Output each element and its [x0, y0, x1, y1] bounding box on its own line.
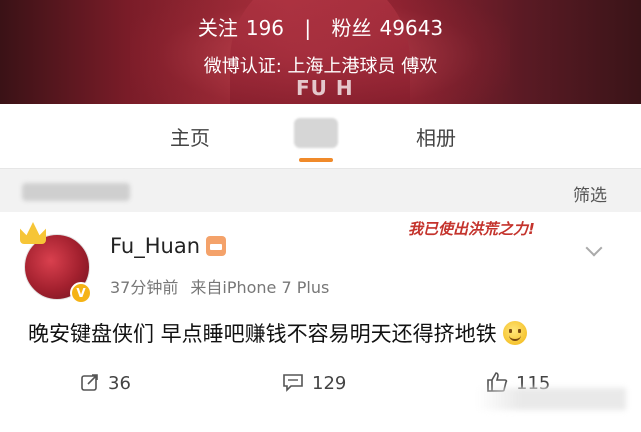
- post-text: 晚安键盘侠们 早点睡吧赚钱不容易明天还得挤地铁: [28, 322, 497, 346]
- weibo-post: V Fu_Huan 37分钟前 来自iPhone 7 Plus 我已使出洪荒之力!…: [0, 212, 641, 432]
- followers-count: 49643: [379, 16, 444, 40]
- tab-home[interactable]: 主页: [170, 122, 210, 151]
- repost-count: 36: [108, 373, 131, 394]
- chevron-down-icon[interactable]: [585, 239, 603, 257]
- profile-banner: FU H 关注 196 | 粉丝 49643 微博认证: 上海上港球员 傅欢: [0, 0, 641, 104]
- followers-stat[interactable]: 粉丝 49643: [332, 16, 444, 40]
- comment-count: 129: [312, 373, 347, 394]
- post-meta: 37分钟前 来自iPhone 7 Plus: [110, 274, 329, 298]
- member-icon[interactable]: [206, 236, 226, 256]
- following-count: 196: [245, 16, 285, 40]
- post-time: 37分钟前: [110, 278, 179, 297]
- card-badge-text: 我已使出洪荒之力!: [408, 220, 535, 238]
- profile-tabs: 主页 相册: [0, 104, 641, 168]
- following-label: 关注: [197, 16, 238, 40]
- repost-button[interactable]: 36: [80, 372, 131, 397]
- filter-button[interactable]: 筛选: [573, 181, 607, 206]
- filter-blurred-text: [22, 183, 130, 201]
- post-content: 晚安键盘侠们 早点睡吧赚钱不容易明天还得挤地铁: [28, 318, 527, 348]
- banner-jersey-text: FU H: [296, 76, 354, 100]
- smile-emoji-icon: [502, 321, 527, 345]
- tab-album[interactable]: 相册: [416, 122, 456, 151]
- comment-icon: [282, 372, 304, 397]
- followers-label: 粉丝: [331, 16, 372, 40]
- crown-icon: [20, 222, 46, 244]
- post-source: 来自iPhone 7 Plus: [190, 278, 330, 297]
- verification-text: 微博认证: 上海上港球员 傅欢: [203, 56, 438, 77]
- repost-icon: [80, 372, 100, 397]
- post-username[interactable]: Fu_Huan: [110, 234, 200, 258]
- filter-bar: 筛选: [0, 168, 641, 213]
- tab-active-indicator: [299, 158, 333, 162]
- comment-button[interactable]: 129: [282, 372, 346, 397]
- stats-separator: |: [304, 16, 312, 40]
- watermark-blur: [476, 388, 626, 410]
- follow-stats: 关注 196 | 粉丝 49643: [0, 12, 641, 41]
- verified-v-icon: V: [70, 282, 92, 304]
- following-stat[interactable]: 关注 196: [198, 16, 291, 40]
- tab-weibo-blurred[interactable]: [294, 118, 338, 148]
